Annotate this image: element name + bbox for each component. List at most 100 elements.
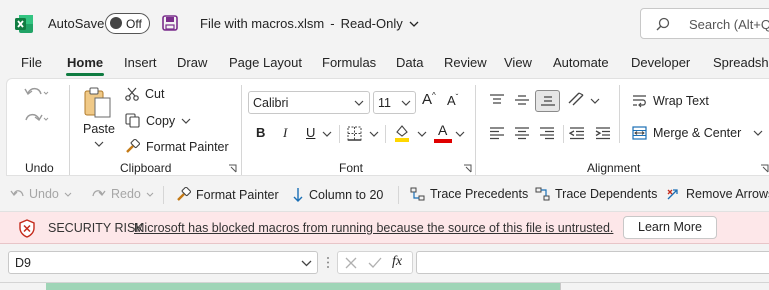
font-color-button[interactable]: A <box>434 122 452 144</box>
divider <box>241 85 242 175</box>
undo-icon[interactable] <box>23 85 49 103</box>
name-box[interactable]: D9 <box>8 251 318 274</box>
qat-format-painter-button[interactable]: Format Painter <box>176 187 279 202</box>
grow-font-button[interactable]: A^ <box>422 91 436 108</box>
qat-remove-arrows-button[interactable]: Remove Arrows <box>666 187 769 201</box>
wrap-text-button[interactable]: Wrap Text <box>632 94 709 108</box>
security-message-link[interactable]: Microsoft has blocked macros from runnin… <box>134 221 613 235</box>
redo-icon <box>92 188 106 200</box>
qat-trace-dependents-label: Trace Dependents <box>555 187 658 201</box>
title-separator: - <box>330 16 335 31</box>
format-painter-button[interactable]: Format Painter <box>125 139 229 154</box>
merge-center-icon <box>632 126 647 140</box>
qat-trace-precedents-label: Trace Precedents <box>430 187 529 201</box>
align-bottom-button[interactable] <box>535 90 560 112</box>
file-title[interactable]: File with macros.xlsm - Read-Only <box>200 16 419 31</box>
align-center-icon[interactable] <box>514 127 530 140</box>
copy-label: Copy <box>146 113 176 128</box>
dialog-launcher-icon[interactable] <box>228 164 237 173</box>
learn-more-button[interactable]: Learn More <box>623 216 717 239</box>
remove-arrows-icon <box>666 187 681 201</box>
name-box-value: D9 <box>15 256 31 270</box>
tab-page-layout[interactable]: Page Layout <box>229 55 302 70</box>
italic-button[interactable]: I <box>283 125 287 141</box>
align-right-icon[interactable] <box>539 127 555 140</box>
chevron-down-icon <box>401 100 411 106</box>
fill-color-icon[interactable] <box>393 123 411 143</box>
tab-view[interactable]: View <box>504 55 532 70</box>
tab-home[interactable]: Home <box>67 55 103 70</box>
tab-draw[interactable]: Draw <box>177 55 207 70</box>
column-divider <box>560 283 561 290</box>
divider <box>475 85 476 175</box>
qat-trace-dependents-button[interactable]: Trace Dependents <box>535 187 657 201</box>
tab-automate[interactable]: Automate <box>553 55 609 70</box>
search-box[interactable]: Search (Alt+Q) <box>640 8 769 39</box>
chevron-down-icon[interactable] <box>590 98 600 104</box>
increase-indent-icon[interactable] <box>595 127 611 140</box>
borders-icon[interactable] <box>347 126 362 141</box>
decrease-indent-icon[interactable] <box>569 127 585 140</box>
qat-undo-button[interactable]: Undo <box>10 187 72 201</box>
tab-insert[interactable]: Insert <box>124 55 157 70</box>
undo-group-label: Undo <box>25 161 54 175</box>
dialog-launcher-icon[interactable] <box>463 164 472 173</box>
redo-icon[interactable] <box>23 111 49 129</box>
paste-icon[interactable] <box>83 87 113 119</box>
enter-check-icon[interactable] <box>368 257 382 269</box>
underline-button[interactable]: U <box>306 125 315 140</box>
search-icon <box>656 17 670 31</box>
caret-up-icon: ^ <box>432 91 436 100</box>
tab-spreadsheet[interactable]: Spreadsheet <box>713 55 769 70</box>
tab-data[interactable]: Data <box>396 55 423 70</box>
excel-logo-icon <box>14 14 34 34</box>
chevron-down-icon <box>64 192 72 197</box>
align-left-icon[interactable] <box>489 127 505 140</box>
font-size-select[interactable]: 11 <box>373 91 416 114</box>
cancel-icon[interactable] <box>345 257 357 269</box>
wrap-text-label: Wrap Text <box>653 94 709 108</box>
paintbrush-icon <box>176 187 191 202</box>
insert-function-button[interactable]: fx <box>392 254 402 270</box>
save-icon[interactable] <box>162 15 178 31</box>
merge-center-button[interactable]: Merge & Center <box>632 126 763 140</box>
divider <box>619 85 620 143</box>
tab-file[interactable]: File <box>21 55 42 70</box>
chevron-down-icon[interactable] <box>94 141 104 147</box>
selected-column-header[interactable] <box>46 283 560 290</box>
arrow-down-icon <box>292 187 304 203</box>
align-middle-icon[interactable] <box>514 94 530 106</box>
chevron-down-icon <box>181 118 191 124</box>
orientation-icon[interactable] <box>567 91 587 107</box>
autosave-state: Off <box>126 17 142 31</box>
ribbon-tabs: File Home Insert Draw Page Layout Formul… <box>0 48 769 76</box>
more-options-icon[interactable] <box>326 256 330 269</box>
tab-formulas[interactable]: Formulas <box>322 55 376 70</box>
tab-review[interactable]: Review <box>444 55 487 70</box>
font-name-select[interactable]: Calibri <box>248 91 370 114</box>
formula-bar: D9 fx <box>0 244 769 280</box>
chevron-down-icon[interactable] <box>322 131 332 137</box>
tab-developer[interactable]: Developer <box>631 55 690 70</box>
bold-button[interactable]: B <box>256 125 265 140</box>
autosave-toggle[interactable]: Off <box>105 13 150 34</box>
align-top-icon[interactable] <box>489 94 505 106</box>
cut-button[interactable]: Cut <box>125 87 164 101</box>
undo-icon <box>10 188 24 200</box>
copy-button[interactable]: Copy <box>125 113 191 128</box>
divider <box>563 125 564 143</box>
scissors-icon <box>125 87 139 101</box>
grow-font-label: A <box>422 91 433 108</box>
qat-column-button[interactable]: Column to 20 <box>292 187 383 203</box>
chevron-down-icon[interactable] <box>417 131 427 137</box>
dialog-launcher-icon[interactable] <box>760 164 769 173</box>
qat-redo-button[interactable]: Redo <box>92 187 154 201</box>
chevron-down-icon[interactable] <box>455 131 465 137</box>
chevron-down-icon <box>301 260 312 267</box>
trace-precedents-icon <box>410 187 425 201</box>
chevron-down-icon[interactable] <box>369 131 379 137</box>
shrink-font-button[interactable]: Aˇ <box>447 93 458 108</box>
paste-button[interactable]: Paste <box>83 122 115 136</box>
qat-trace-precedents-button[interactable]: Trace Precedents <box>410 187 528 201</box>
formula-input[interactable] <box>416 251 769 274</box>
